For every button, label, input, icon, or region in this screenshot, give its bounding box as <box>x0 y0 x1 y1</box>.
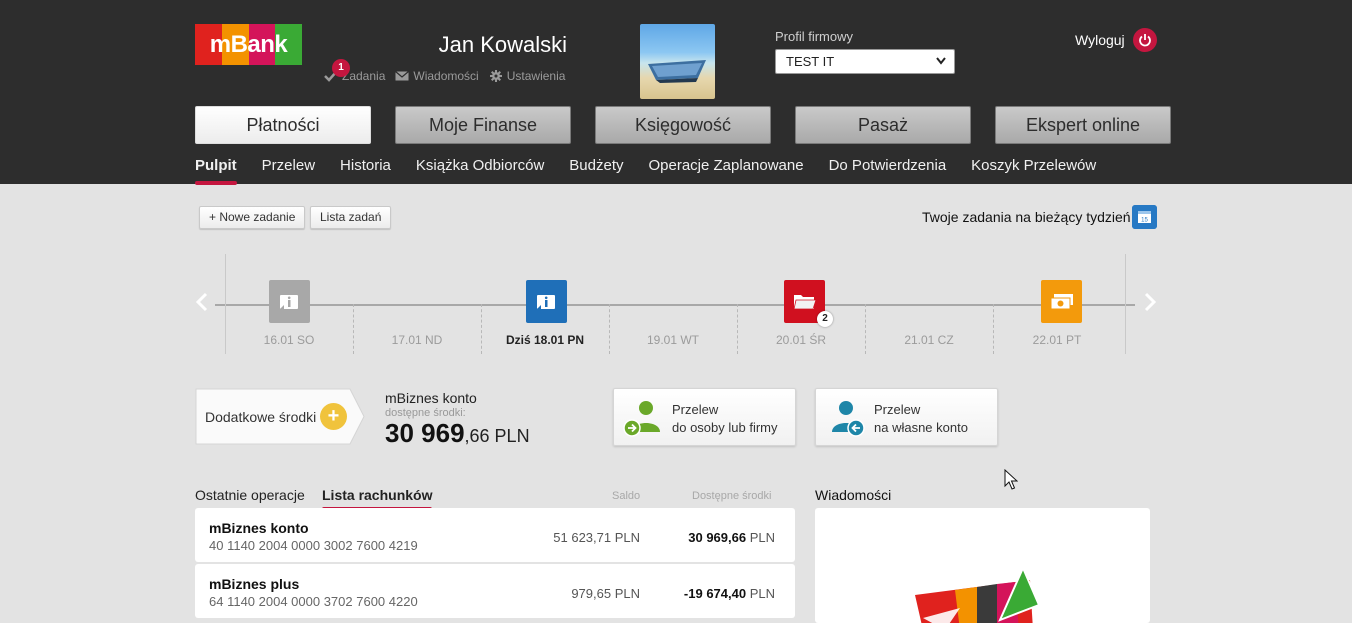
info-icon <box>279 294 298 309</box>
timeline-event-count: 2 <box>817 311 833 327</box>
tab-account-list[interactable]: Lista rachunków <box>322 487 433 511</box>
account-number: 64 1140 2004 0000 3702 7600 4220 <box>209 594 418 609</box>
calendar-icon[interactable]: 15 <box>1132 205 1157 229</box>
account-row[interactable]: mBiznes plus 64 1140 2004 0000 3702 7600… <box>195 564 795 618</box>
avatar[interactable] <box>640 24 715 99</box>
subnav-ksiazka-odbiorcow[interactable]: Książka Odbiorców <box>416 157 544 185</box>
tab-ekspert-online[interactable]: Ekspert online <box>995 106 1171 144</box>
tab-recent-operations[interactable]: Ostatnie operacje <box>195 487 305 503</box>
sub-nav: Pulpit Przelew Historia Książka Odbiorcó… <box>195 157 1096 185</box>
tab-moje-finanse[interactable]: Moje Finanse <box>395 106 571 144</box>
week-tasks-label: Twoje zadania na bieżący tydzień <box>922 209 1131 225</box>
transfer-to-person-line2: do osoby lub firmy <box>672 420 778 435</box>
column-balance: Saldo <box>612 490 641 502</box>
messages-link-label: Wiadomości <box>413 69 479 83</box>
timeline-event-info[interactable] <box>269 280 310 323</box>
timeline-day-today: Dziś 18.01 PN <box>505 333 585 347</box>
subnav-koszyk-przelewow[interactable]: Koszyk Przelewów <box>971 157 1096 185</box>
main-tabs: Płatności Moje Finanse Księgowość Pasaż … <box>195 106 1171 144</box>
timeline-day: 21.01 CZ <box>904 333 954 347</box>
top-header: mBank Jan Kowalski 1 Zadania Wiadomości … <box>0 0 1352 185</box>
timeline-day: 17.01 ND <box>391 333 443 347</box>
subnav-przelew[interactable]: Przelew <box>262 157 315 185</box>
user-name: Jan Kowalski <box>438 32 567 57</box>
messages-title: Wiadomości <box>815 487 892 503</box>
account-available-value: -19 674,40 <box>683 586 747 601</box>
subnav-budzety[interactable]: Budżety <box>569 157 623 185</box>
power-icon <box>1132 28 1157 52</box>
account-balance: 979,65 PLN <box>571 586 640 601</box>
account-available: 30 969,66 PLN <box>688 530 775 545</box>
column-available: Dostępne środki <box>692 490 772 502</box>
account-name: mBiznes konto <box>209 520 309 536</box>
tasks-link[interactable]: 1 Zadania <box>324 59 385 83</box>
settings-link[interactable]: Ustawienia <box>489 69 566 83</box>
messages-link[interactable]: Wiadomości <box>395 69 479 83</box>
subnav-operacje-zaplanowane[interactable]: Operacje Zaplanowane <box>648 157 803 185</box>
timeline-bound-right <box>1125 254 1126 354</box>
logout-button[interactable]: Wyloguj <box>1075 28 1157 52</box>
chevron-down-icon <box>936 57 946 65</box>
plus-icon: + <box>320 403 347 430</box>
person-transfer-in-icon <box>832 401 865 437</box>
messages-panel <box>815 508 1150 623</box>
timeline-event-info-today[interactable] <box>526 280 567 323</box>
mbank-logo[interactable]: mBank <box>195 24 302 65</box>
summary-amount: 30 969,66 PLN <box>385 418 530 449</box>
transfer-own-account-button[interactable]: Przelew na własne konto <box>815 388 998 446</box>
subnav-do-potwierdzenia[interactable]: Do Potwierdzenia <box>829 157 947 185</box>
summary-account-name: mBiznes konto <box>385 390 477 406</box>
transfer-to-person-line1: Przelew <box>672 402 719 417</box>
tasks-badge: 1 <box>332 59 350 77</box>
subnav-historia[interactable]: Historia <box>340 157 391 185</box>
task-list-button[interactable]: Lista zadań <box>310 206 392 229</box>
extra-funds-button[interactable]: Dodatkowe środki + <box>195 388 365 445</box>
profile-select[interactable]: TEST IT <box>775 49 955 74</box>
summary-amount-main: 30 969 <box>385 418 465 448</box>
timeline-event-folder[interactable]: 2 <box>784 280 833 327</box>
account-row[interactable]: mBiznes konto 40 1140 2004 0000 3002 760… <box>195 508 795 562</box>
info-icon <box>536 294 555 309</box>
folder-icon <box>793 294 817 309</box>
account-available-currency: PLN <box>746 530 775 545</box>
tab-pasaz[interactable]: Pasaż <box>795 106 971 144</box>
account-available-currency: PLN <box>746 586 775 601</box>
timeline-day: 22.01 PT <box>1032 333 1082 347</box>
transfer-own-line2: na własne konto <box>874 420 968 435</box>
timeline-day: 19.01 WT <box>646 333 700 347</box>
task-timeline: 2 16.01 SO 17.01 ND Dziś 18.01 PN 19.01 … <box>195 254 1157 354</box>
tab-ksiegowosc[interactable]: Księgowość <box>595 106 771 144</box>
money-icon <box>1050 293 1073 309</box>
quick-links: 1 Zadania Wiadomości Ustawienia <box>324 59 566 83</box>
transfer-own-line1: Przelew <box>874 402 921 417</box>
summary-amount-rest: ,66 PLN <box>464 426 530 446</box>
svg-text:15: 15 <box>1141 218 1148 224</box>
timeline-day: 16.01 SO <box>263 333 315 347</box>
account-balance: 51 623,71 PLN <box>553 530 640 545</box>
envelope-icon <box>395 71 410 81</box>
tab-platnosci[interactable]: Płatności <box>195 106 371 144</box>
new-task-button[interactable]: + Nowe zadanie <box>199 206 306 229</box>
boat-image <box>648 60 706 83</box>
account-available-value: 30 969,66 <box>688 530 747 545</box>
timeline-day: 20.01 ŚR <box>775 333 827 347</box>
timeline-event-money[interactable] <box>1041 280 1082 323</box>
logout-label: Wyloguj <box>1075 32 1125 48</box>
subnav-pulpit[interactable]: Pulpit <box>195 157 237 185</box>
mouse-cursor-icon <box>1004 469 1018 490</box>
settings-link-label: Ustawienia <box>506 69 566 83</box>
account-available: -19 674,40 PLN <box>684 586 775 601</box>
chevron-left-icon[interactable] <box>195 292 209 312</box>
extra-funds-label: Dodatkowe środki <box>205 409 317 425</box>
account-number: 40 1140 2004 0000 3002 7600 4219 <box>209 538 418 553</box>
transfer-to-person-button[interactable]: Przelew do osoby lub firmy <box>613 388 796 446</box>
account-name: mBiznes plus <box>209 576 300 592</box>
gear-icon <box>489 70 502 82</box>
profile-label: Profil firmowy <box>775 29 854 44</box>
person-transfer-out-icon <box>623 401 660 437</box>
profile-select-value: TEST IT <box>786 54 835 69</box>
mbank-envelope-logo-icon <box>915 565 1040 623</box>
chevron-right-icon[interactable] <box>1143 292 1157 312</box>
